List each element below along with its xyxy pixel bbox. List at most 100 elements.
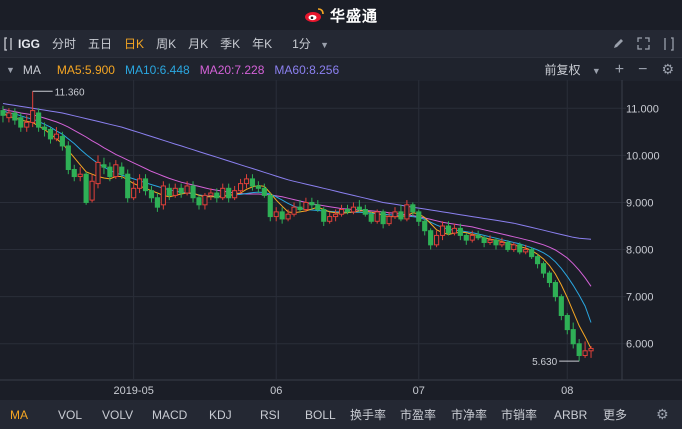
candle-body (558, 296, 564, 316)
candle-body (463, 234, 469, 241)
candle-body (291, 206, 297, 215)
tab-indicator-turnover[interactable]: 换手率 (350, 406, 386, 423)
candle-body (487, 239, 493, 243)
candle-body (30, 110, 36, 123)
candle-body (178, 187, 184, 194)
tab-indicator-ma[interactable]: MA (10, 408, 28, 422)
candle-body (41, 126, 48, 130)
indicator-name[interactable]: MA (23, 63, 41, 77)
candle-body (297, 206, 303, 211)
candle-body (410, 204, 416, 213)
candle-body (107, 166, 113, 178)
tab-indicator-volv[interactable]: VOLV (102, 408, 133, 422)
date-tick-label: 07 (413, 385, 425, 397)
candle-body (113, 164, 119, 178)
tab-indicator-pb[interactable]: 市净率 (451, 406, 487, 423)
minute-selector-label: 1分 (292, 37, 311, 51)
candle-body (101, 164, 107, 168)
candle-body (356, 206, 362, 211)
bracket-icon[interactable] (0, 36, 14, 51)
indicator-bar: ▼ MA MA5:5.900 MA10:6.448 MA20:7.228 MA6… (0, 57, 682, 81)
ma5-line (2, 112, 592, 349)
candle-body (457, 227, 463, 236)
price-adjust-label: 前复权 (544, 63, 581, 77)
brand-name: 华盛通 (329, 7, 378, 25)
candle-body (546, 272, 553, 284)
candle-body (380, 211, 386, 225)
candle-body (255, 185, 261, 189)
candle-body (428, 230, 434, 246)
candle-body (12, 112, 18, 121)
candle-body (208, 192, 214, 196)
candle-body (564, 314, 570, 331)
tab-indicator-arbr[interactable]: ARBR (554, 408, 587, 422)
candle-body (196, 197, 202, 206)
candle-body (475, 234, 481, 239)
tab-period-timeshare[interactable]: 分时 (46, 35, 82, 52)
price-adjust-select[interactable]: 前复权 ▼ (544, 61, 600, 78)
tab-period-weekly-k[interactable]: 周K (150, 35, 182, 52)
collapse-caret-icon[interactable]: ▼ (0, 65, 23, 75)
candle-body (534, 256, 541, 265)
minute-selector[interactable]: 1分 ▼ (286, 35, 335, 52)
candle-body (416, 211, 422, 222)
candle-body (392, 211, 398, 218)
moving-average-lines (2, 103, 592, 349)
price-tick-label: 6.000 (626, 339, 654, 351)
candle-body (83, 173, 89, 203)
candle-body (53, 133, 60, 140)
caret-down-icon: ▼ (591, 66, 601, 76)
title-bar: 华盛通 (0, 0, 682, 30)
candle-body (24, 121, 30, 128)
kline-chart[interactable]: 11.000 10.000 9.000 8.000 7.000 6.000 2019-05… (0, 80, 682, 400)
tab-indicator-kdj[interactable]: KDJ (209, 408, 232, 422)
expand-icon[interactable] (637, 37, 650, 50)
indicator-tabs-bar: MA VOL VOLV MACD KDJ RSI BOLL 换手率 市盈率 市净… (0, 400, 682, 429)
candle-body (261, 187, 267, 196)
candle-body (570, 329, 576, 345)
candle-body (77, 173, 83, 178)
tab-period-quarterly-k[interactable]: 季K (214, 35, 246, 52)
panel-toggle-icon[interactable] (662, 36, 674, 51)
candle-body (154, 197, 160, 208)
candle-body (237, 183, 244, 192)
tab-indicator-ps[interactable]: 市销率 (501, 406, 537, 423)
candle-body (338, 209, 345, 215)
tab-indicator-boll[interactable]: BOLL (305, 408, 336, 422)
candle-body (398, 211, 404, 220)
candle-body (131, 187, 137, 199)
settings-gear-icon[interactable]: ⚙ (656, 406, 669, 423)
price-axis: 11.000 10.000 9.000 8.000 7.000 6.000 (626, 103, 660, 350)
price-tick-label: 8.000 (626, 245, 654, 257)
tab-indicator-pe[interactable]: 市盈率 (400, 406, 436, 423)
candle-body (582, 350, 588, 357)
candle-body (137, 178, 143, 189)
candle-body (315, 204, 321, 211)
candle-body (47, 128, 54, 140)
candle-body (493, 239, 499, 246)
candle-body (267, 194, 273, 218)
tab-indicator-vol[interactable]: VOL (58, 408, 82, 422)
date-axis: 2019-05 06 07 08 (113, 385, 573, 397)
candle-body (404, 204, 410, 220)
candle-body (95, 161, 101, 185)
tab-period-daily-k[interactable]: 日K (118, 35, 150, 52)
tab-indicator-more[interactable]: 更多 (603, 406, 627, 423)
tab-period-monthly-k[interactable]: 月K (182, 35, 214, 52)
candle-body (327, 216, 333, 222)
candle-body (469, 234, 475, 241)
ma10-value: MA10:6.448 (124, 62, 190, 77)
candle-body (6, 112, 12, 119)
gear-icon[interactable]: ⚙ (661, 61, 674, 78)
tab-period-yearly-k[interactable]: 年K (246, 35, 278, 52)
ma60-line (2, 103, 592, 240)
candle-body (18, 117, 24, 128)
tab-indicator-macd[interactable]: MACD (152, 408, 187, 422)
pencil-icon[interactable] (612, 37, 625, 50)
plus-icon[interactable]: + (615, 61, 624, 79)
high-low-markers: 11.360 5.630 (32, 87, 580, 368)
tab-indicator-rsi[interactable]: RSI (260, 408, 280, 422)
candle-body (273, 211, 279, 218)
tab-period-5day[interactable]: 五日 (82, 35, 118, 52)
minus-icon[interactable]: − (638, 61, 647, 79)
